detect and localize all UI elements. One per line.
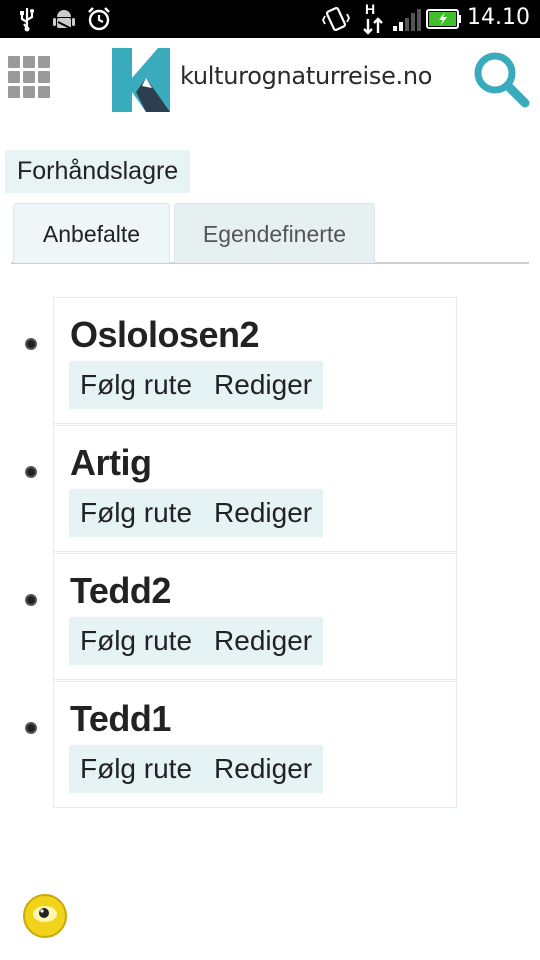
clock-time: 14.10 (467, 5, 530, 30)
signal-icon (393, 9, 421, 31)
logo-mark-icon (112, 48, 170, 112)
site-logo[interactable]: kulturognaturreise.no (112, 48, 432, 112)
list-item: Tedd2 Følg rute Rediger (25, 553, 457, 680)
bullet-icon (25, 466, 37, 478)
route-list: Oslolosen2 Følg rute Rediger Artig Følg … (25, 297, 457, 808)
follow-route-button[interactable]: Følg rute (69, 489, 203, 537)
follow-route-button[interactable]: Følg rute (69, 745, 203, 793)
network-h-icon: H (362, 1, 384, 35)
vibrate-icon (322, 6, 350, 32)
network-type-label: H (365, 1, 376, 17)
route-actions: Følg rute Rediger (69, 361, 324, 409)
search-icon[interactable] (470, 48, 532, 110)
status-bar: H 14.10 (0, 0, 540, 38)
list-item: Artig Følg rute Rediger (25, 425, 457, 552)
bullet-icon (25, 338, 37, 350)
route-actions: Følg rute Rediger (69, 617, 324, 665)
route-name: Oslolosen2 (70, 314, 260, 355)
route-name: Tedd2 (70, 570, 171, 611)
edit-route-button[interactable]: Rediger (203, 361, 323, 409)
edit-route-button[interactable]: Rediger (203, 745, 323, 793)
bullet-icon (25, 594, 37, 606)
android-debug-icon (53, 10, 75, 29)
edit-route-button[interactable]: Rediger (203, 489, 323, 537)
usb-icon (20, 8, 34, 32)
route-actions: Følg rute Rediger (69, 745, 324, 793)
route-name: Artig (70, 442, 152, 483)
grid-menu-icon[interactable] (8, 56, 52, 100)
follow-route-button[interactable]: Følg rute (69, 361, 203, 409)
wikitude-logo-icon (23, 894, 67, 938)
list-item: Oslolosen2 Følg rute Rediger (25, 297, 457, 424)
route-tabs: Anbefalte Egendefinerte (11, 203, 529, 264)
route-name: Tedd1 (70, 698, 171, 739)
alarm-icon (88, 7, 110, 31)
list-item: Tedd1 Følg rute Rediger (25, 681, 457, 808)
tab-custom[interactable]: Egendefinerte (174, 203, 375, 263)
bullet-icon (25, 722, 37, 734)
route-actions: Følg rute Rediger (69, 489, 324, 537)
preset-label: Forhåndslagre (5, 150, 191, 193)
follow-route-button[interactable]: Følg rute (69, 617, 203, 665)
app-header: kulturognaturreise.no (0, 38, 540, 118)
tab-recommended[interactable]: Anbefalte (13, 203, 170, 263)
edit-route-button[interactable]: Rediger (203, 617, 323, 665)
battery-charging-icon (426, 9, 461, 29)
logo-text: kulturognaturreise.no (180, 62, 433, 90)
